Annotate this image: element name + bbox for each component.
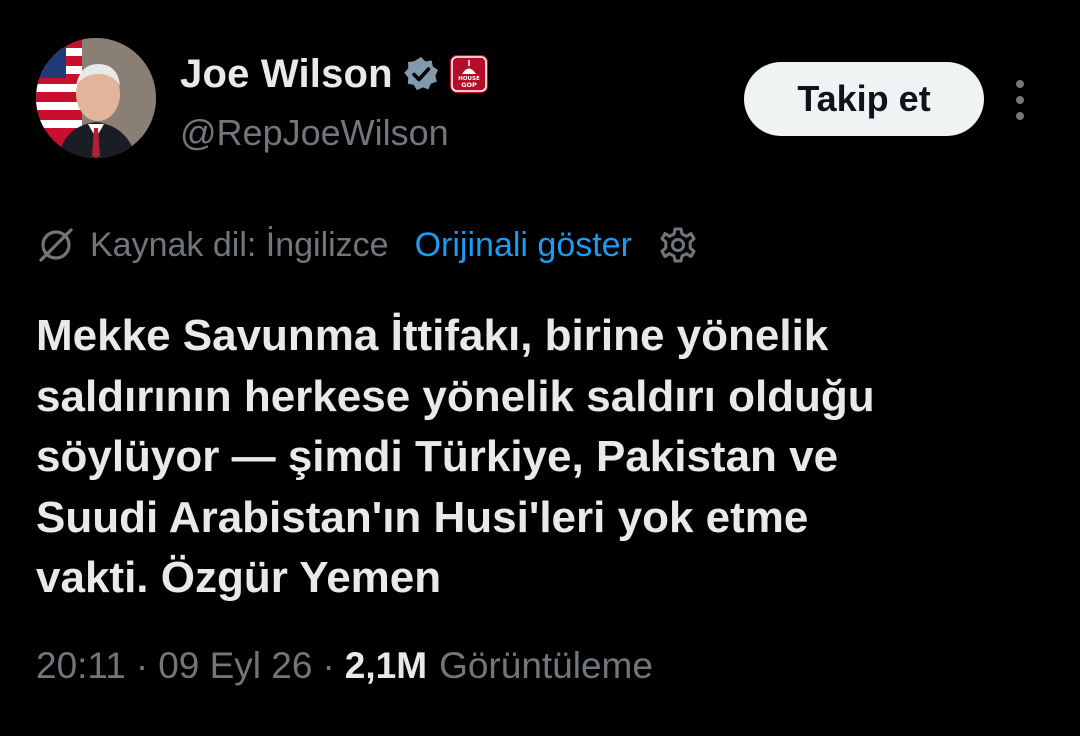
more-vertical-icon[interactable]: [1008, 78, 1032, 122]
author-handle[interactable]: @RepJoeWilson: [180, 112, 449, 154]
translate-slash-icon: [36, 225, 76, 265]
tweet-date[interactable]: 09 Eyl 26: [158, 645, 312, 687]
views-label[interactable]: Görüntüleme: [439, 645, 653, 687]
avatar[interactable]: [36, 38, 156, 158]
meta-separator: ·: [135, 645, 149, 686]
views-count[interactable]: 2,1M: [345, 645, 427, 687]
translation-bar: Kaynak dil: İngilizce Orijinali göster: [36, 222, 698, 268]
house-gop-logo-icon[interactable]: HOUSE GOP: [449, 54, 489, 94]
name-row: Joe Wilson HOUSE GOP: [180, 48, 489, 100]
tweet-time[interactable]: 20:11: [36, 645, 126, 687]
source-language-label: Kaynak dil: İngilizce: [90, 225, 389, 264]
display-name[interactable]: Joe Wilson: [180, 52, 393, 97]
affiliation-badge-bottom: GOP: [461, 81, 477, 89]
tweet-text: Mekke Savunma İttifakı, birine yönelik s…: [36, 311, 875, 602]
follow-button[interactable]: Takip et: [744, 62, 984, 136]
show-original-link[interactable]: Orijinali göster: [415, 226, 632, 265]
meta-separator: ·: [322, 645, 335, 686]
gear-icon[interactable]: [658, 225, 698, 265]
tweet-header: Joe Wilson HOUSE GOP @RepJoeWilson Takip…: [36, 38, 1046, 162]
tweet-meta: 20:11 · 09 Eyl 26 · 2,1M Görüntüleme: [36, 640, 653, 692]
verified-badge-icon[interactable]: [403, 56, 439, 92]
